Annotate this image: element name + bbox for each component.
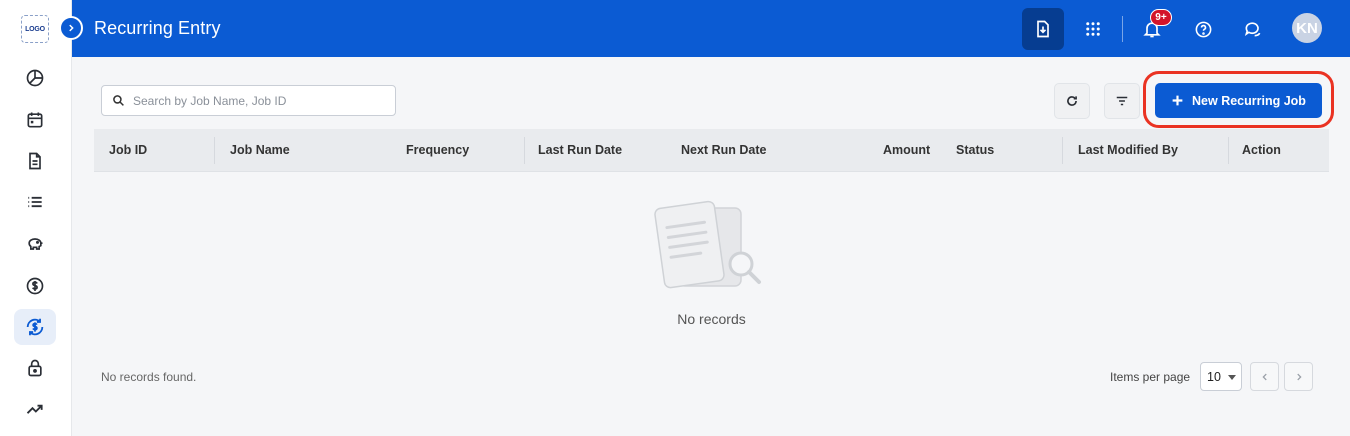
column-header-next-run-date[interactable]: Next Run Date	[681, 143, 766, 157]
column-header-status[interactable]: Status	[956, 143, 994, 157]
empty-state-message: No records	[677, 311, 746, 327]
grid-apps-icon	[1086, 22, 1100, 36]
lock-icon	[28, 359, 42, 377]
caret-down-icon	[1228, 375, 1236, 380]
filter-button[interactable]	[1104, 83, 1140, 119]
top-header: Recurring Entry 9+ KN	[72, 0, 1350, 57]
user-avatar[interactable]: KN	[1292, 13, 1322, 43]
sidebar-item-list[interactable]	[14, 184, 56, 220]
sidebar-item-savings[interactable]	[14, 226, 56, 262]
column-header-job-name[interactable]: Job Name	[230, 143, 290, 157]
items-per-page-value: 10	[1207, 369, 1221, 384]
column-header-frequency[interactable]: Frequency	[406, 143, 469, 157]
search-icon	[113, 95, 124, 106]
column-divider	[524, 137, 525, 164]
column-header-amount[interactable]: Amount	[883, 143, 930, 157]
chevron-right-icon	[1296, 373, 1302, 380]
sidebar-item-dashboard[interactable]	[14, 60, 56, 96]
sidebar-item-recurring[interactable]	[14, 309, 56, 345]
column-header-job-id[interactable]: Job ID	[109, 143, 147, 157]
sidebar-item-documents[interactable]	[14, 143, 56, 179]
calendar-icon	[27, 112, 43, 128]
download-button[interactable]	[1022, 8, 1064, 50]
logo: LOGO	[21, 15, 49, 43]
refresh-button[interactable]	[1054, 83, 1090, 119]
empty-documents-icon	[654, 200, 761, 289]
items-per-page-select[interactable]: 10	[1200, 362, 1242, 391]
chat-bubbles-icon	[1244, 22, 1261, 37]
download-file-icon	[1037, 20, 1049, 38]
chevron-right-icon	[69, 24, 74, 32]
search-box	[101, 85, 396, 116]
notification-badge: 9+	[1150, 9, 1172, 26]
search-input[interactable]	[133, 93, 383, 108]
chevron-left-icon	[1261, 373, 1267, 380]
dollar-circle-icon	[26, 277, 44, 295]
sidebar-item-payments[interactable]	[14, 268, 56, 304]
piggy-bank-icon	[28, 238, 43, 250]
page-title: Recurring Entry	[94, 18, 221, 38]
sidebar-item-security[interactable]	[14, 350, 56, 386]
apps-button[interactable]	[1072, 8, 1114, 50]
list-icon	[28, 196, 42, 208]
items-per-page-label: Items per page	[1110, 370, 1191, 384]
new-recurring-job-label: New Recurring Job	[1192, 93, 1306, 108]
pie-chart-icon	[26, 69, 44, 87]
plus-icon	[1172, 95, 1183, 106]
column-header-action[interactable]: Action	[1242, 143, 1281, 157]
document-icon	[29, 152, 41, 170]
column-header-last-run-date[interactable]: Last Run Date	[538, 143, 622, 157]
sidebar-expand-button[interactable]	[59, 16, 83, 40]
column-divider	[214, 137, 215, 164]
column-header-last-modified-by[interactable]: Last Modified By	[1078, 143, 1178, 157]
next-page-button[interactable]	[1284, 362, 1313, 391]
column-divider	[1062, 137, 1063, 164]
recurring-dollar-icon	[26, 318, 44, 336]
sidebar-item-trends[interactable]	[14, 391, 56, 427]
previous-page-button[interactable]	[1250, 362, 1279, 391]
records-status-text: No records found.	[101, 370, 197, 384]
sidebar: LOGO	[0, 0, 72, 436]
new-recurring-job-button[interactable]: New Recurring Job	[1155, 83, 1322, 118]
table-body: No records	[94, 172, 1329, 347]
header-divider	[1122, 16, 1123, 42]
sidebar-item-calendar[interactable]	[14, 102, 56, 138]
chat-button[interactable]	[1232, 8, 1274, 50]
table-header: Job ID Job Name Frequency Last Run Date …	[94, 129, 1329, 172]
column-divider	[1228, 137, 1229, 164]
filter-lines-icon	[1116, 96, 1128, 106]
refresh-icon	[1067, 96, 1077, 106]
help-circle-icon	[1195, 21, 1211, 37]
trending-up-icon	[26, 404, 43, 414]
help-button[interactable]	[1182, 8, 1224, 50]
